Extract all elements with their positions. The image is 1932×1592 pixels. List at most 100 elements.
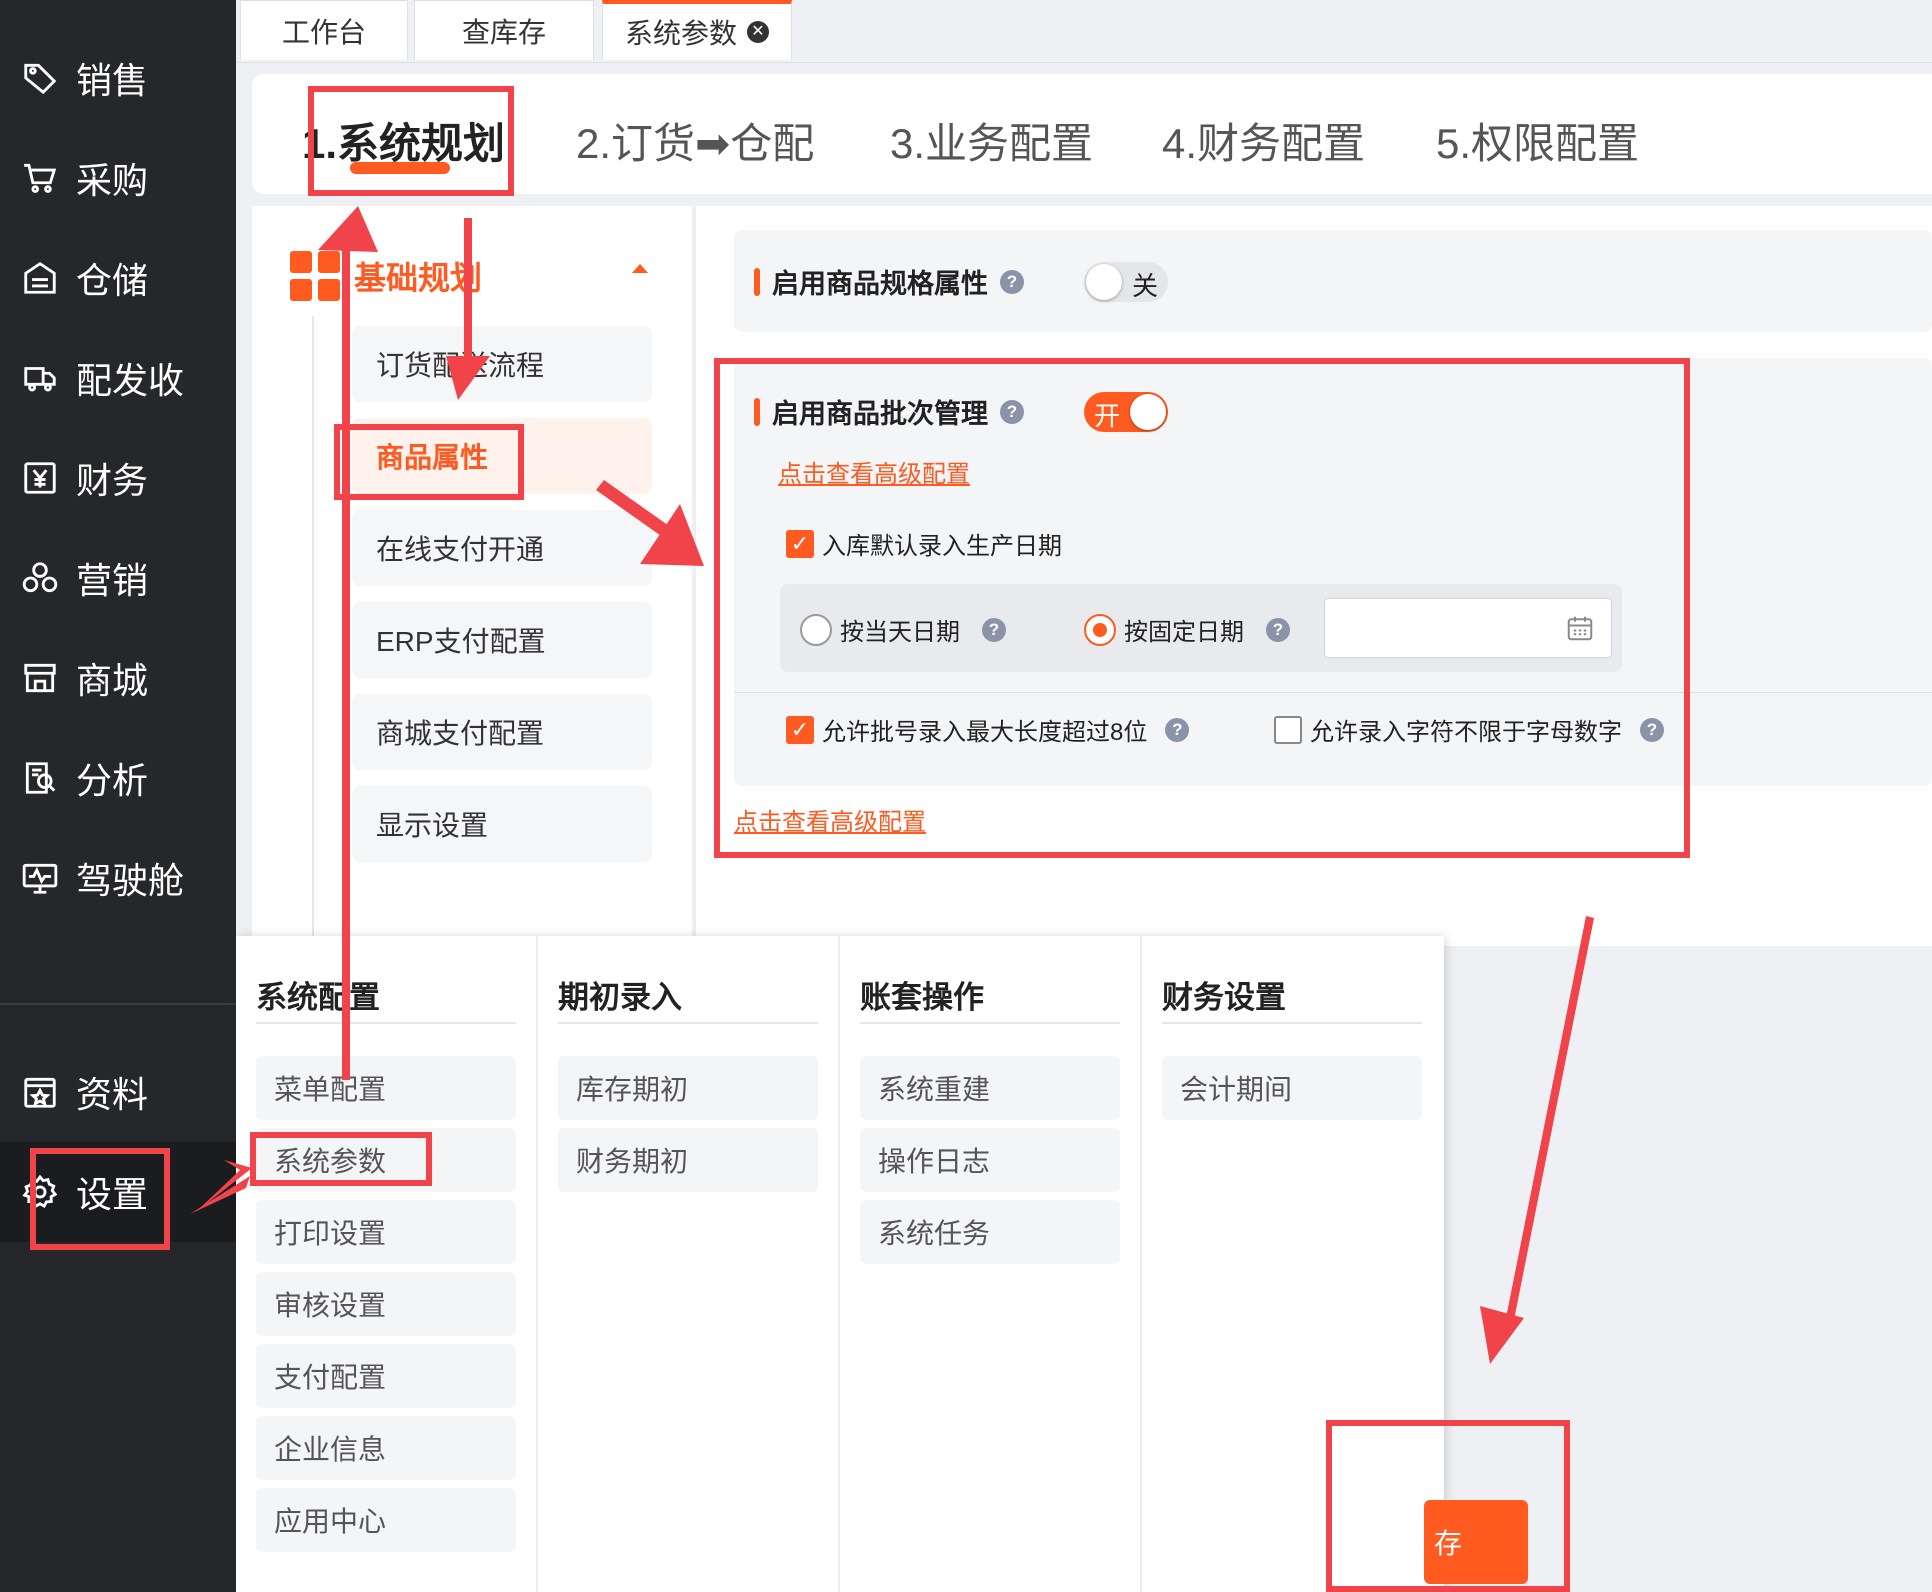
- step-finance-config[interactable]: 4.财务配置: [1162, 110, 1365, 171]
- menu-item-mall-pay[interactable]: 商城支付配置: [352, 694, 652, 770]
- mega-item-label: 菜单配置: [274, 1074, 387, 1105]
- mega-col-ledger: 账套操作 系统重建 操作日志 系统任务: [840, 936, 1142, 1592]
- nav-warehouse[interactable]: 仓储: [0, 228, 236, 328]
- annotation-box-batch: [714, 358, 1690, 858]
- mega-item-audit-settings[interactable]: 审核设置: [256, 1272, 516, 1336]
- tab-inventory[interactable]: 查库存: [414, 0, 594, 60]
- mega-item-rebuild[interactable]: 系统重建: [860, 1056, 1120, 1120]
- settings-mega-menu: 系统配置 菜单配置 系统参数 打印设置 审核设置 支付配置 企业信息 应用中心 …: [236, 936, 1444, 1592]
- mega-item-label: 库存期初: [576, 1074, 689, 1105]
- annotation-box-step: [308, 86, 514, 196]
- toggle-knob: [1086, 264, 1122, 300]
- menu-group-label: 基础规划: [354, 260, 483, 296]
- mega-item-opening-finance[interactable]: 财务期初: [558, 1128, 818, 1192]
- nav-marketing[interactable]: 营销: [0, 528, 236, 628]
- analysis-icon: [20, 758, 60, 798]
- nav-label: 驾驶舱: [76, 860, 185, 901]
- mega-item-label: 应用中心: [274, 1506, 387, 1537]
- spec-attr-title-text: 启用商品规格属性: [772, 269, 988, 299]
- step-order-distribution[interactable]: 2.订货➡仓配: [576, 110, 814, 171]
- tab-label: 系统参数: [624, 18, 737, 49]
- grid-icon: [290, 251, 340, 301]
- tab-label: 工作台: [281, 16, 366, 48]
- help-icon[interactable]: ?: [1000, 269, 1024, 294]
- mega-item-company-info[interactable]: 企业信息: [256, 1416, 516, 1480]
- cart-icon: [20, 158, 60, 198]
- menu-item-erp-pay[interactable]: ERP支付配置: [352, 602, 652, 678]
- nav-analysis[interactable]: 分析: [0, 728, 236, 828]
- annotation-box-save: [1326, 1420, 1570, 1592]
- menu-group-basic-planning[interactable]: 基础规划: [290, 246, 482, 306]
- mega-item-sys-task[interactable]: 系统任务: [860, 1200, 1120, 1264]
- mega-item-label: 审核设置: [274, 1290, 387, 1321]
- mega-col-system-config: 系统配置 菜单配置 系统参数 打印设置 审核设置 支付配置 企业信息 应用中心: [236, 936, 538, 1592]
- menu-item-label: ERP支付配置: [376, 626, 546, 657]
- sidebar-divider: [0, 1003, 236, 1005]
- mega-item-label: 企业信息: [274, 1434, 387, 1465]
- mega-col-title: 财务设置: [1162, 972, 1422, 1024]
- chevron-up-icon[interactable]: [632, 264, 648, 273]
- sidebar: 销售 采购 仓储 配发收 财务 营销 商城 分析 驾驶舱 资料 设置: [0, 0, 236, 1592]
- warehouse-icon: [20, 258, 60, 298]
- arrow-save-head: [1480, 1306, 1524, 1364]
- store-icon: [20, 658, 60, 698]
- step-permission-config[interactable]: 5.权限配置: [1436, 110, 1639, 171]
- tab-label: 查库存: [461, 16, 546, 48]
- menu-item-display[interactable]: 显示设置: [352, 786, 652, 862]
- arrow-save-shaft: [1504, 916, 1594, 1330]
- nav-label: 销售: [76, 60, 149, 101]
- mega-col-opening: 期初录入 库存期初 财务期初: [538, 936, 840, 1592]
- mega-item-print-settings[interactable]: 打印设置: [256, 1200, 516, 1264]
- delivery-truck-icon: [20, 358, 60, 398]
- panel-divider: [694, 206, 696, 946]
- mega-item-op-log[interactable]: 操作日志: [860, 1128, 1120, 1192]
- mega-item-opening-stock[interactable]: 库存期初: [558, 1056, 818, 1120]
- nav-cockpit[interactable]: 驾驶舱: [0, 828, 236, 928]
- spec-attr-title: 启用商品规格属性 ?: [754, 262, 1024, 301]
- annotation-box-settings: [30, 1148, 170, 1250]
- close-icon[interactable]: ✕: [747, 21, 769, 43]
- tab-strip: 工作台 查库存 系统参数 ✕: [236, 0, 1932, 63]
- mega-item-accounting-period[interactable]: 会计期间: [1162, 1056, 1422, 1120]
- menu-item-label: 订货配送流程: [376, 350, 545, 381]
- tab-workbench[interactable]: 工作台: [240, 0, 408, 60]
- nav-label: 资料: [76, 1074, 149, 1115]
- mega-item-payment-config[interactable]: 支付配置: [256, 1344, 516, 1408]
- nav-label: 采购: [76, 160, 149, 201]
- menu-item-online-pay[interactable]: 在线支付开通: [352, 510, 652, 586]
- mega-item-label: 系统任务: [878, 1218, 991, 1249]
- mega-col-title: 系统配置: [256, 972, 516, 1024]
- nav-label: 营销: [76, 560, 149, 601]
- nav-label: 配发收: [76, 360, 185, 401]
- nav-mall[interactable]: 商城: [0, 628, 236, 728]
- annotation-box-sys-params: [250, 1132, 432, 1186]
- mega-item-label: 支付配置: [274, 1362, 387, 1393]
- nav-distribution[interactable]: 配发收: [0, 328, 236, 428]
- nav-finance[interactable]: 财务: [0, 428, 236, 528]
- mega-item-menu-config[interactable]: 菜单配置: [256, 1056, 516, 1120]
- mega-item-app-center[interactable]: 应用中心: [256, 1488, 516, 1552]
- nav-label: 商城: [76, 660, 149, 701]
- mega-item-label: 财务期初: [576, 1146, 689, 1177]
- menu-item-label: 在线支付开通: [376, 534, 545, 565]
- annotation-box-menu-item: [334, 424, 524, 500]
- menu-item-label: 商城支付配置: [376, 718, 545, 749]
- nav-data[interactable]: 资料: [0, 1042, 236, 1142]
- spec-attr-card: 启用商品规格属性 ? 关: [734, 230, 1932, 332]
- step-business-config[interactable]: 3.业务配置: [890, 110, 1093, 171]
- marketing-icon: [20, 558, 60, 598]
- data-card-icon: [20, 1072, 60, 1112]
- tab-system-params[interactable]: 系统参数 ✕: [602, 0, 792, 60]
- spec-attr-toggle[interactable]: 关: [1084, 262, 1168, 302]
- nav-label: 财务: [76, 460, 149, 501]
- mega-col-title: 期初录入: [558, 972, 818, 1024]
- yen-icon: [20, 458, 60, 498]
- nav-label: 仓储: [76, 260, 149, 301]
- menu-item-order-flow[interactable]: 订货配送流程: [352, 326, 652, 402]
- settings-submenu: 基础规划 订货配送流程 商品属性 在线支付开通 ERP支付配置 商城支付配置 显…: [252, 206, 692, 946]
- nav-sales[interactable]: 销售: [0, 28, 236, 128]
- mega-col-title: 账套操作: [860, 972, 1120, 1024]
- nav-label: 分析: [76, 760, 149, 801]
- nav-purchase[interactable]: 采购: [0, 128, 236, 228]
- mega-item-label: 打印设置: [274, 1218, 387, 1249]
